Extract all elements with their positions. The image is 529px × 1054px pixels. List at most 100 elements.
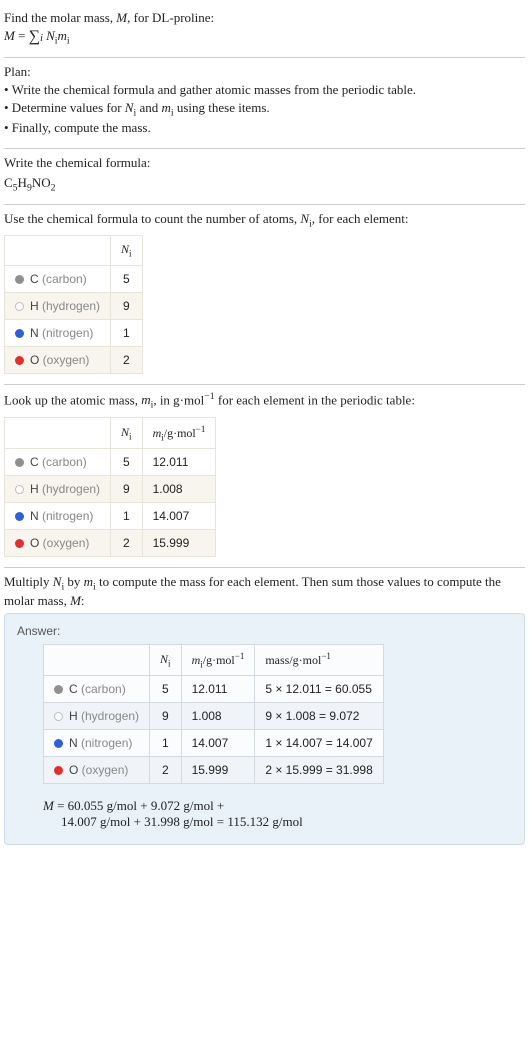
element-name: (oxygen) (82, 763, 129, 777)
intro-line: Find the molar mass, M, for DL-proline: (4, 10, 525, 26)
element-name: (nitrogen) (42, 509, 93, 523)
element-dot-icon (15, 302, 24, 311)
exp: −1 (204, 391, 214, 402)
element-cell: H (hydrogen) (44, 703, 150, 730)
element-name: (hydrogen) (42, 299, 100, 313)
element-name: (hydrogen) (42, 482, 100, 496)
element-cell: H (hydrogen) (5, 476, 111, 503)
element-symbol: C (30, 272, 42, 286)
section-heading: Multiply Ni by mi to compute the mass fo… (4, 574, 525, 609)
element-dot-icon (15, 539, 24, 548)
table-cell: 2 (150, 757, 182, 784)
table-cell: 2 × 15.999 = 31.998 (255, 757, 383, 784)
element-dot-icon (54, 766, 63, 775)
table-cell: 5 (150, 676, 182, 703)
table-cell: 2 (111, 530, 143, 557)
element-dot-icon (15, 275, 24, 284)
eq-mi: mi (58, 28, 70, 43)
element-cell: O (oxygen) (5, 530, 111, 557)
element-dot-icon (15, 512, 24, 521)
element-dot-icon (54, 712, 63, 721)
var-Ni: Ni (300, 211, 311, 226)
element-symbol: N (69, 736, 81, 750)
element-cell: H (hydrogen) (5, 292, 111, 319)
table-cell: 1 (111, 503, 143, 530)
element-dot-icon (54, 739, 63, 748)
table-cell: 14.007 (142, 503, 216, 530)
final-line-2: 14.007 g/mol + 31.998 g/mol = 115.132 g/… (61, 814, 512, 830)
table-cell: 1 × 14.007 = 14.007 (255, 730, 383, 757)
element-dot-icon (15, 458, 24, 467)
element-dot-icon (15, 356, 24, 365)
var-Ni: Ni (125, 100, 136, 115)
table-header-row: Ni (5, 236, 143, 265)
table-cell: 9 (111, 476, 143, 503)
plan-text: using these items. (174, 100, 270, 115)
table-cell: 15.999 (181, 757, 255, 784)
element-symbol: O (30, 353, 43, 367)
header-blank (44, 644, 150, 675)
element-n: N (32, 175, 41, 190)
table-row: H (hydrogen)91.0089 × 1.008 = 9.072 (44, 703, 384, 730)
header-Ni: Ni (111, 236, 143, 265)
eq-Ni: Ni (46, 28, 57, 43)
var-mi: mi (84, 574, 96, 589)
table-header-row: Ni mi/g·mol−1 (5, 417, 216, 448)
element-cell: C (carbon) (5, 449, 111, 476)
table-cell: 2 (111, 346, 143, 373)
element-cell: O (oxygen) (5, 346, 111, 373)
compute-section: Multiply Ni by mi to compute the mass fo… (4, 568, 525, 855)
table-row: C (carbon)512.0115 × 12.011 = 60.055 (44, 676, 384, 703)
var-mi: mi (141, 392, 153, 407)
atom-count-section: Use the chemical formula to count the nu… (4, 205, 525, 385)
element-o: O (41, 175, 50, 190)
table-cell: 14.007 (181, 730, 255, 757)
element-symbol: H (30, 482, 42, 496)
element-symbol: N (30, 509, 42, 523)
element-dot-icon (15, 329, 24, 338)
header-blank (5, 236, 111, 265)
element-symbol: O (69, 763, 82, 777)
element-cell: C (carbon) (44, 676, 150, 703)
table-cell: 1 (111, 319, 143, 346)
element-symbol: H (30, 299, 42, 313)
table-row: O (oxygen)215.9992 × 15.999 = 31.998 (44, 757, 384, 784)
header-blank (5, 417, 111, 448)
atomic-mass-table: Ni mi/g·mol−1 C (carbon)512.011H (hydrog… (4, 417, 216, 557)
heading-text: Use the chemical formula to count the nu… (4, 211, 300, 226)
element-dot-icon (54, 685, 63, 694)
header-Ni: Ni (111, 417, 143, 448)
table-row: O (oxygen)2 (5, 346, 143, 373)
table-cell: 5 × 12.011 = 60.055 (255, 676, 383, 703)
plan-section: Plan: • Write the chemical formula and g… (4, 58, 525, 150)
element-name: (carbon) (81, 682, 126, 696)
element-cell: O (oxygen) (44, 757, 150, 784)
table-cell: 1.008 (142, 476, 216, 503)
element-name: (oxygen) (43, 353, 90, 367)
table-header-row: Ni mi/g·mol−1 mass/g·mol−1 (44, 644, 384, 675)
table-cell: 9 (111, 292, 143, 319)
answer-label: Answer: (17, 624, 512, 638)
table-row: H (hydrogen)9 (5, 292, 143, 319)
table-row: O (oxygen)215.999 (5, 530, 216, 557)
element-name: (hydrogen) (81, 709, 139, 723)
element-symbol: C (30, 455, 42, 469)
plan-bullet: • Finally, compute the mass. (4, 120, 525, 136)
header-Ni: Ni (150, 644, 182, 675)
plan-bullet: • Determine values for Ni and mi using t… (4, 100, 525, 119)
header-mass: mass/g·mol−1 (255, 644, 383, 675)
element-h: H (18, 175, 27, 190)
element-cell: N (nitrogen) (5, 503, 111, 530)
plan-bullet: • Write the chemical formula and gather … (4, 82, 525, 98)
table-cell: 5 (111, 449, 143, 476)
heading-text: for each element in the periodic table: (215, 392, 415, 407)
atom-count-table: Ni C (carbon)5H (hydrogen)9N (nitrogen)1… (4, 235, 143, 373)
heading-text: Look up the atomic mass, (4, 392, 141, 407)
table-cell: 12.011 (142, 449, 216, 476)
element-name: (nitrogen) (42, 326, 93, 340)
atomic-mass-section: Look up the atomic mass, mi, in g·mol−1 … (4, 385, 525, 568)
element-name: (carbon) (42, 272, 87, 286)
chemical-formula-section: Write the chemical formula: C5H9NO2 (4, 149, 525, 205)
element-cell: N (nitrogen) (5, 319, 111, 346)
table-row: C (carbon)512.011 (5, 449, 216, 476)
